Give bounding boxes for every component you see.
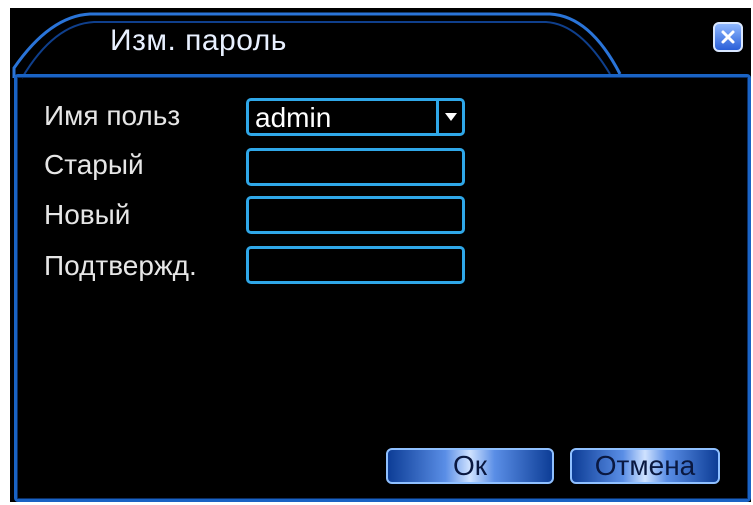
cancel-button[interactable]: Отмена xyxy=(570,448,720,484)
confirm-password-field[interactable] xyxy=(246,246,465,284)
screen: Изм. пароль Имя польз admin Старый Новый xyxy=(0,0,753,505)
new-password-field[interactable] xyxy=(246,196,465,234)
user-select-toggle[interactable] xyxy=(436,101,462,133)
ok-button[interactable]: Ок xyxy=(386,448,554,484)
new-password-label: Новый xyxy=(44,199,131,230)
old-password-label: Старый xyxy=(44,149,144,180)
change-password-dialog: Изм. пароль Имя польз admin Старый Новый xyxy=(10,8,751,502)
dialog-frame xyxy=(14,74,751,502)
close-icon xyxy=(721,30,735,44)
user-label: Имя польз xyxy=(44,100,181,131)
user-select-value: admin xyxy=(255,102,332,133)
chevron-down-icon xyxy=(444,113,457,121)
old-password-field[interactable] xyxy=(246,148,465,186)
user-select[interactable]: admin xyxy=(246,98,465,136)
dialog-title: Изм. пароль xyxy=(110,24,287,57)
close-button[interactable] xyxy=(713,22,743,52)
confirm-password-label: Подтвержд. xyxy=(44,250,197,281)
